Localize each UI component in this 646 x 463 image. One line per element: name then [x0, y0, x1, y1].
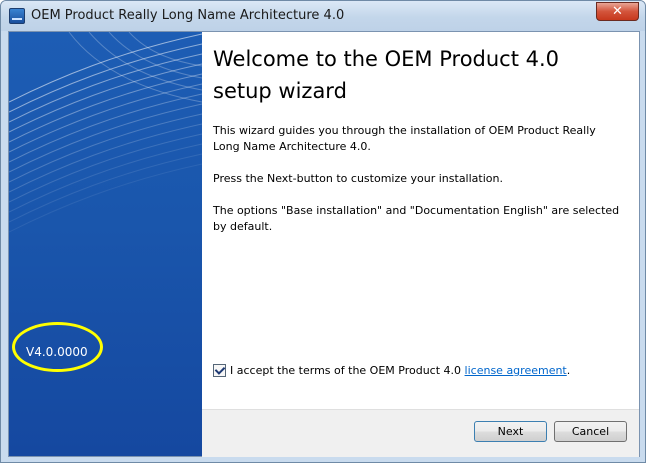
wizard-content: Welcome to the OEM Product 4.0 setup wiz…: [202, 32, 639, 457]
accept-license-checkbox[interactable]: [213, 364, 226, 377]
app-icon: [9, 8, 25, 24]
close-button[interactable]: ✕: [596, 2, 639, 21]
version-label: V4.0.0000: [26, 345, 88, 359]
button-bar: Next Cancel: [202, 409, 639, 457]
default-options-paragraph: The options "Base installation" and "Doc…: [213, 204, 620, 233]
intro-paragraph: This wizard guides you through the insta…: [213, 124, 596, 153]
wizard-sidebar-banner: V4.0.0000: [9, 32, 202, 456]
accept-license-suffix: .: [566, 364, 571, 377]
close-icon: ✕: [612, 4, 623, 19]
cancel-button[interactable]: Cancel: [554, 421, 627, 442]
window-title: OEM Product Really Long Name Architectur…: [31, 8, 345, 23]
wizard-client-area: V4.0.0000 Welcome to the OEM Product 4.0…: [8, 31, 640, 457]
license-agreement-link[interactable]: license agreement: [465, 364, 567, 377]
title-bar[interactable]: OEM Product Really Long Name Architectur…: [1, 1, 645, 31]
accept-license-label[interactable]: I accept the terms of the OEM Product 4.…: [230, 364, 570, 377]
installer-window: OEM Product Really Long Name Architectur…: [0, 0, 646, 463]
banner-wave-graphic: [9, 32, 202, 233]
page-title: Welcome to the OEM Product 4.0 setup wiz…: [213, 47, 560, 103]
next-instruction-paragraph: Press the Next-button to customize your …: [213, 172, 503, 185]
next-button[interactable]: Next: [474, 421, 547, 442]
accept-license-text: I accept the terms of the OEM Product 4.…: [230, 364, 465, 377]
